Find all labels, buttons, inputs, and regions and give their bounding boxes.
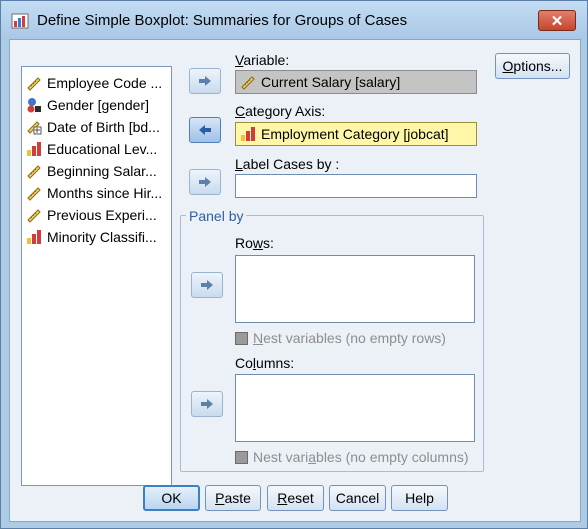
move-to-label-cases-button[interactable] (189, 169, 221, 195)
list-item[interactable]: Gender [gender] (26, 95, 170, 115)
list-item-label: Date of Birth [bd... (47, 119, 160, 135)
list-item[interactable]: Employee Code ... (26, 73, 170, 93)
dialog-window: Define Simple Boxplot: Summaries for Gro… (0, 0, 588, 529)
label-cases-field[interactable] (235, 174, 477, 198)
list-item-label: Minority Classifi... (47, 229, 157, 245)
list-item[interactable]: Minority Classifi... (26, 227, 170, 247)
paste-button-label: Paste (215, 490, 251, 506)
label-cases-label: Label Cases by : (235, 156, 340, 172)
list-item[interactable]: Months since Hir... (26, 183, 170, 203)
nest-columns-label: Nest variables (no empty columns) (253, 449, 469, 465)
category-axis-field[interactable]: Employment Category [jobcat] (235, 122, 477, 146)
scale-ruler-icon (27, 165, 41, 179)
list-item[interactable]: Previous Experi... (26, 205, 170, 225)
nominal-shapes-icon (27, 98, 41, 113)
category-axis-value: Employment Category [jobcat] (261, 126, 449, 142)
list-item-label: Educational Lev... (47, 141, 158, 157)
scale-ruler-icon (27, 209, 41, 223)
arrow-right-icon (201, 399, 213, 409)
dialog-client-area: Employee Code ... Gender [gender] Date o… (9, 39, 581, 522)
ordinal-bars-icon (241, 127, 255, 141)
list-item-label: Employee Code ... (47, 75, 163, 91)
app-chart-icon (11, 13, 29, 29)
paste-button[interactable]: Paste (205, 485, 261, 511)
move-to-category-axis-button[interactable] (189, 117, 221, 143)
panel-by-title: Panel by (186, 208, 247, 224)
close-button[interactable]: ✕ (538, 10, 576, 31)
scale-ruler-icon (27, 77, 41, 91)
reset-button-label: Reset (277, 490, 314, 506)
close-icon: ✕ (550, 12, 564, 30)
ok-button[interactable]: OK (143, 485, 200, 511)
arrow-right-icon (199, 76, 211, 86)
move-to-columns-button[interactable] (191, 391, 223, 417)
options-button[interactable]: Options... (495, 53, 570, 79)
date-ruler-icon (27, 121, 42, 135)
options-button-label: Options... (502, 58, 563, 74)
scale-ruler-icon (241, 76, 255, 90)
move-to-variable-button[interactable] (189, 68, 221, 94)
arrow-right-icon (199, 177, 211, 187)
ordinal-bars-icon (27, 230, 41, 244)
list-item[interactable]: Beginning Salar... (26, 161, 170, 181)
category-axis-label: Category Axis: (235, 103, 326, 119)
variable-label: Variable: (235, 52, 290, 68)
list-item[interactable]: Educational Lev... (26, 139, 170, 159)
columns-label: Columns: (235, 355, 295, 371)
nest-rows-checkbox[interactable] (235, 332, 248, 345)
list-item-label: Gender [gender] (47, 97, 149, 113)
ok-button-label: OK (161, 490, 182, 506)
nest-rows-label: Nest variables (no empty rows) (253, 330, 446, 346)
window-title: Define Simple Boxplot: Summaries for Gro… (37, 12, 408, 29)
list-item-label: Previous Experi... (47, 207, 157, 223)
columns-list[interactable] (235, 374, 475, 442)
arrow-right-icon (201, 280, 213, 290)
nest-columns-checkbox[interactable] (235, 451, 248, 464)
rows-label: Rows: (235, 235, 274, 251)
title-bar[interactable]: Define Simple Boxplot: Summaries for Gro… (1, 1, 587, 39)
cancel-button-label: Cancel (335, 490, 380, 506)
move-to-rows-button[interactable] (191, 272, 223, 298)
scale-ruler-icon (27, 187, 41, 201)
variable-field[interactable]: Current Salary [salary] (235, 70, 477, 94)
reset-button[interactable]: Reset (267, 485, 324, 511)
help-button[interactable]: Help (391, 485, 448, 511)
list-item-label: Beginning Salar... (47, 163, 157, 179)
list-item[interactable]: Date of Birth [bd... (26, 117, 170, 137)
list-item-label: Months since Hir... (47, 185, 163, 201)
ordinal-bars-icon (27, 142, 41, 156)
arrow-left-icon (199, 125, 211, 135)
variable-value: Current Salary [salary] (261, 74, 401, 90)
cancel-button[interactable]: Cancel (329, 485, 386, 511)
help-button-label: Help (405, 490, 434, 506)
source-variable-list[interactable]: Employee Code ... Gender [gender] Date o… (21, 66, 172, 486)
rows-list[interactable] (235, 255, 475, 323)
